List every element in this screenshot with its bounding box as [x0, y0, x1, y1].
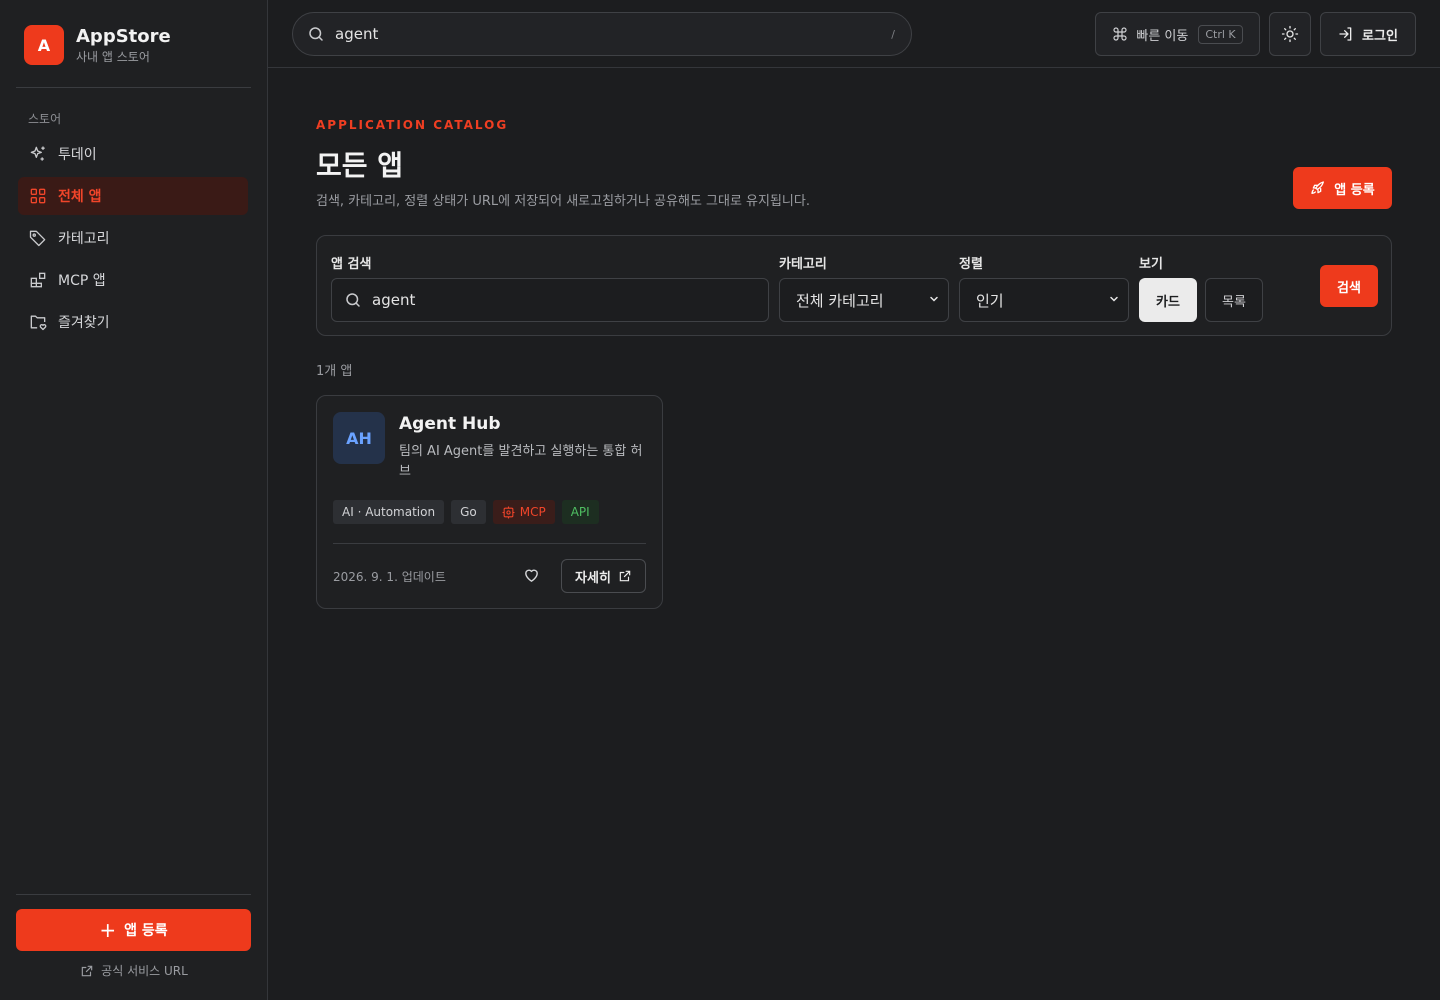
- grid-icon: [28, 186, 48, 206]
- page-description: 검색, 카테고리, 정렬 상태가 URL에 저장되어 새로고침하거나 공유해도 …: [316, 194, 810, 209]
- sidebar-item-mcp[interactable]: MCP 앱: [18, 261, 248, 299]
- login-button[interactable]: 로그인: [1320, 12, 1416, 56]
- search-shortcut-hint: /: [891, 27, 895, 41]
- command-icon: [1112, 26, 1128, 42]
- sidebar-item-today[interactable]: 투데이: [18, 135, 248, 173]
- app-search-value: agent: [372, 291, 416, 309]
- app-name[interactable]: Agent Hub: [399, 414, 501, 434]
- view-card-button[interactable]: 카드: [1139, 278, 1197, 322]
- brand[interactable]: A AppStore 사내 앱 스토어: [24, 25, 171, 65]
- page-title: 모든 앱: [316, 149, 404, 182]
- tag-language: Go: [451, 500, 486, 524]
- tag-mcp: MCP: [492, 500, 555, 524]
- card-divider: [333, 543, 646, 544]
- search-field-label: 앱 검색: [331, 257, 372, 272]
- filter-panel: 앱 검색 agent 카테고리 전체 카테고리 정렬 인기 보기 카드 목록 검…: [316, 235, 1392, 336]
- category-select[interactable]: 전체 카테고리: [779, 278, 949, 322]
- app-description: 팀의 AI Agent를 발견하고 실행하는 통합 허브: [399, 444, 643, 479]
- register-app-button[interactable]: 앱 등록: [1293, 167, 1392, 209]
- view-field-label: 보기: [1139, 257, 1163, 272]
- sidebar-divider: [16, 87, 251, 88]
- external-link-icon: [611, 569, 632, 583]
- favorite-button[interactable]: [520, 564, 542, 586]
- view-list-button[interactable]: 목록: [1205, 278, 1263, 322]
- category-field-label: 카테고리: [779, 257, 827, 272]
- sidebar-item-label: MCP 앱: [58, 273, 106, 289]
- app-search-input[interactable]: agent: [331, 278, 769, 322]
- app-updated-date: 2026. 9. 1. 업데이트: [333, 570, 446, 584]
- tag-mcp-label: MCP: [519, 505, 546, 519]
- search-icon: [344, 291, 362, 309]
- sidebar-register-label: 앱 등록: [124, 923, 168, 939]
- app-card[interactable]: AH Agent Hub 팀의 AI Agent를 발견하고 실행하는 통합 허…: [316, 395, 663, 609]
- category-selected-value: 전체 카테고리: [796, 291, 884, 310]
- tag-api: API: [561, 500, 599, 524]
- sidebar-nav: 투데이 전체 앱 카테고리 MCP 앱 즐겨찾기: [18, 135, 248, 345]
- official-service-link[interactable]: 공식 서비스 URL: [0, 962, 268, 979]
- search-icon: [307, 25, 325, 43]
- external-link-icon: [80, 964, 101, 978]
- topbar: agent / 빠른 이동 Ctrl K 로그인: [268, 0, 1440, 68]
- result-count: 1개 앱: [316, 364, 353, 379]
- nav-section-label: 스토어: [28, 112, 62, 126]
- quick-nav-shortcut: Ctrl K: [1198, 24, 1243, 44]
- login-label: 로그인: [1362, 28, 1398, 44]
- heart-icon: [523, 567, 540, 584]
- tag-category: AI · Automation: [333, 500, 445, 524]
- sidebar-item-favorites[interactable]: 즐겨찾기: [18, 303, 248, 341]
- app-detail-button[interactable]: 자세히: [561, 559, 646, 593]
- rocket-icon: [1310, 180, 1334, 196]
- page-eyebrow: APPLICATION CATALOG: [316, 118, 509, 132]
- sidebar-item-category[interactable]: 카테고리: [18, 219, 248, 257]
- app-detail-label: 자세히: [575, 570, 611, 586]
- app-avatar: AH: [333, 412, 385, 464]
- register-app-label: 앱 등록: [1334, 182, 1375, 198]
- blocks-icon: [28, 270, 48, 290]
- sidebar-item-all-apps[interactable]: 전체 앱: [18, 177, 248, 215]
- sort-select[interactable]: 인기: [959, 278, 1129, 322]
- sidebar-divider: [16, 894, 251, 895]
- sidebar: A AppStore 사내 앱 스토어 스토어 투데이 전체 앱 카테고리 MC…: [0, 0, 268, 1000]
- sort-field-label: 정렬: [959, 257, 983, 272]
- theme-toggle-button[interactable]: [1269, 12, 1311, 56]
- sun-icon: [1281, 25, 1299, 43]
- global-search-input[interactable]: agent /: [292, 12, 912, 56]
- sort-selected-value: 인기: [976, 291, 1004, 310]
- sidebar-item-label: 전체 앱: [58, 189, 102, 205]
- quick-nav-label: 빠른 이동: [1136, 28, 1189, 44]
- sidebar-item-label: 즐겨찾기: [58, 315, 110, 331]
- app-tags: AI · Automation Go MCP API: [333, 500, 606, 524]
- brand-subtitle: 사내 앱 스토어: [76, 49, 150, 64]
- search-submit-button[interactable]: 검색: [1320, 265, 1378, 307]
- official-service-link-label: 공식 서비스 URL: [101, 964, 188, 978]
- sparkles-icon: [28, 144, 48, 164]
- quick-nav-button[interactable]: 빠른 이동 Ctrl K: [1095, 12, 1260, 56]
- chevron-down-icon: [928, 293, 940, 305]
- chevron-down-icon: [1108, 293, 1120, 305]
- sidebar-register-button[interactable]: + 앱 등록: [16, 909, 251, 951]
- sidebar-item-label: 카테고리: [58, 231, 110, 247]
- plus-icon: +: [99, 918, 117, 942]
- brand-logo: A: [24, 25, 64, 65]
- global-search-value: agent: [335, 25, 379, 43]
- sidebar-item-label: 투데이: [58, 147, 97, 163]
- tag-icon: [28, 228, 48, 248]
- mcp-icon: [502, 506, 520, 519]
- login-icon: [1338, 26, 1354, 42]
- folder-heart-icon: [28, 312, 48, 332]
- brand-title: AppStore: [76, 25, 171, 47]
